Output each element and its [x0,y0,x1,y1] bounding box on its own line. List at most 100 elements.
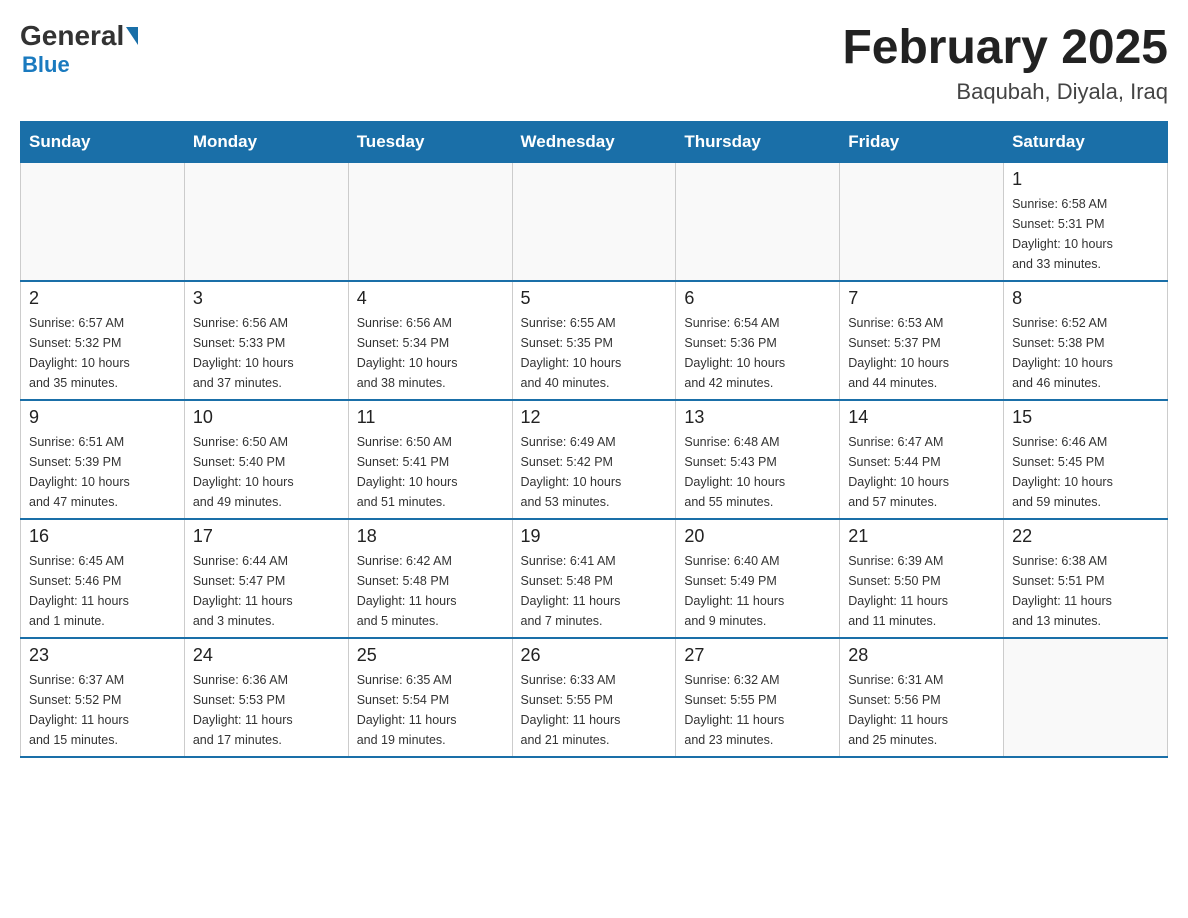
weekday-header-monday: Monday [184,122,348,163]
day-info: Sunrise: 6:35 AM Sunset: 5:54 PM Dayligh… [357,670,504,750]
calendar-cell [184,163,348,282]
weekday-header-thursday: Thursday [676,122,840,163]
day-info: Sunrise: 6:44 AM Sunset: 5:47 PM Dayligh… [193,551,340,631]
calendar-cell: 9Sunrise: 6:51 AM Sunset: 5:39 PM Daylig… [21,400,185,519]
calendar-week-row: 16Sunrise: 6:45 AM Sunset: 5:46 PM Dayli… [21,519,1168,638]
day-number: 7 [848,288,995,309]
day-number: 14 [848,407,995,428]
calendar-cell [512,163,676,282]
day-info: Sunrise: 6:52 AM Sunset: 5:38 PM Dayligh… [1012,313,1159,393]
calendar-cell: 19 Sunrise: 6:41 AM Sunset: 5:48 PM Dayli… [512,519,676,638]
day-number: 23 [29,645,176,666]
calendar-cell: 7 Sunrise: 6:53 AM Sunset: 5:37 PM Daylig… [840,281,1004,400]
calendar-cell: 28Sunrise: 6:31 AM Sunset: 5:56 PM Dayli… [840,638,1004,757]
day-number: 17 [193,526,340,547]
day-info: Sunrise: 6:47 AM Sunset: 5:44 PM Dayligh… [848,432,995,512]
day-number: 19 [521,526,668,547]
day-number: 4 [357,288,504,309]
day-info: Sunrise: 6:37 AM Sunset: 5:52 PM Dayligh… [29,670,176,750]
weekday-header-friday: Friday [840,122,1004,163]
logo-blue-text: Blue [22,52,70,78]
calendar-cell: 26 Sunrise: 6:33 AM Sunset: 5:55 PM Dayli… [512,638,676,757]
day-number: 24 [193,645,340,666]
calendar-week-row: 2Sunrise: 6:57 AM Sunset: 5:32 PM Daylig… [21,281,1168,400]
day-number: 15 [1012,407,1159,428]
day-number: 13 [684,407,831,428]
day-info: Sunrise: 6:55 AM Sunset: 5:35 PM Dayligh… [521,313,668,393]
day-info: Sunrise: 6:58 AM Sunset: 5:31 PM Dayligh… [1012,194,1159,274]
day-number: 21 [848,526,995,547]
day-info: Sunrise: 6:36 AM Sunset: 5:53 PM Dayligh… [193,670,340,750]
day-number: 26 [521,645,668,666]
day-info: Sunrise: 6:56 AM Sunset: 5:33 PM Dayligh… [193,313,340,393]
calendar-cell: 22Sunrise: 6:38 AM Sunset: 5:51 PM Dayli… [1004,519,1168,638]
weekday-header-sunday: Sunday [21,122,185,163]
calendar-week-row: 9Sunrise: 6:51 AM Sunset: 5:39 PM Daylig… [21,400,1168,519]
calendar-cell: 6 Sunrise: 6:54 AM Sunset: 5:36 PM Daylig… [676,281,840,400]
day-info: Sunrise: 6:49 AM Sunset: 5:42 PM Dayligh… [521,432,668,512]
day-info: Sunrise: 6:50 AM Sunset: 5:40 PM Dayligh… [193,432,340,512]
page-header: General Blue February 2025 Baqubah, Diya… [20,20,1168,105]
logo-general-text: General [20,20,124,52]
weekday-header-saturday: Saturday [1004,122,1168,163]
calendar-cell: 5 Sunrise: 6:55 AM Sunset: 5:35 PM Daylig… [512,281,676,400]
logo: General Blue [20,20,140,78]
day-info: Sunrise: 6:53 AM Sunset: 5:37 PM Dayligh… [848,313,995,393]
calendar-cell: 11 Sunrise: 6:50 AM Sunset: 5:41 PM Dayli… [348,400,512,519]
day-info: Sunrise: 6:56 AM Sunset: 5:34 PM Dayligh… [357,313,504,393]
calendar-cell: 2Sunrise: 6:57 AM Sunset: 5:32 PM Daylig… [21,281,185,400]
calendar-cell: 4 Sunrise: 6:56 AM Sunset: 5:34 PM Daylig… [348,281,512,400]
day-number: 11 [357,407,504,428]
day-info: Sunrise: 6:39 AM Sunset: 5:50 PM Dayligh… [848,551,995,631]
calendar-cell: 27 Sunrise: 6:32 AM Sunset: 5:55 PM Dayli… [676,638,840,757]
calendar-cell: 16Sunrise: 6:45 AM Sunset: 5:46 PM Dayli… [21,519,185,638]
day-info: Sunrise: 6:42 AM Sunset: 5:48 PM Dayligh… [357,551,504,631]
day-number: 3 [193,288,340,309]
calendar-header: SundayMondayTuesdayWednesdayThursdayFrid… [21,122,1168,163]
calendar-cell: 14 Sunrise: 6:47 AM Sunset: 5:44 PM Dayli… [840,400,1004,519]
day-info: Sunrise: 6:32 AM Sunset: 5:55 PM Dayligh… [684,670,831,750]
calendar-cell: 23 Sunrise: 6:37 AM Sunset: 5:52 PM Dayli… [21,638,185,757]
logo-arrow-icon [126,27,138,45]
calendar-cell: 20 Sunrise: 6:40 AM Sunset: 5:49 PM Dayli… [676,519,840,638]
calendar-cell: 24 Sunrise: 6:36 AM Sunset: 5:53 PM Dayli… [184,638,348,757]
day-number: 6 [684,288,831,309]
calendar-cell: 15 Sunrise: 6:46 AM Sunset: 5:45 PM Dayli… [1004,400,1168,519]
day-number: 8 [1012,288,1159,309]
location-title: Baqubah, Diyala, Iraq [842,79,1168,105]
calendar-cell: 21 Sunrise: 6:39 AM Sunset: 5:50 PM Dayli… [840,519,1004,638]
day-number: 2 [29,288,176,309]
day-number: 20 [684,526,831,547]
day-info: Sunrise: 6:33 AM Sunset: 5:55 PM Dayligh… [521,670,668,750]
day-info: Sunrise: 6:54 AM Sunset: 5:36 PM Dayligh… [684,313,831,393]
weekday-header-row: SundayMondayTuesdayWednesdayThursdayFrid… [21,122,1168,163]
day-info: Sunrise: 6:48 AM Sunset: 5:43 PM Dayligh… [684,432,831,512]
calendar-cell: 13 Sunrise: 6:48 AM Sunset: 5:43 PM Dayli… [676,400,840,519]
day-info: Sunrise: 6:41 AM Sunset: 5:48 PM Dayligh… [521,551,668,631]
day-number: 5 [521,288,668,309]
day-info: Sunrise: 6:31 AM Sunset: 5:56 PM Dayligh… [848,670,995,750]
calendar-cell: 8 Sunrise: 6:52 AM Sunset: 5:38 PM Daylig… [1004,281,1168,400]
weekday-header-tuesday: Tuesday [348,122,512,163]
weekday-header-wednesday: Wednesday [512,122,676,163]
calendar-cell [348,163,512,282]
day-number: 25 [357,645,504,666]
calendar-body: 1 Sunrise: 6:58 AM Sunset: 5:31 PM Daylig… [21,163,1168,758]
day-number: 1 [1012,169,1159,190]
day-number: 18 [357,526,504,547]
day-number: 10 [193,407,340,428]
calendar-cell: 3 Sunrise: 6:56 AM Sunset: 5:33 PM Daylig… [184,281,348,400]
day-info: Sunrise: 6:46 AM Sunset: 5:45 PM Dayligh… [1012,432,1159,512]
day-info: Sunrise: 6:38 AM Sunset: 5:51 PM Dayligh… [1012,551,1159,631]
calendar-table: SundayMondayTuesdayWednesdayThursdayFrid… [20,121,1168,758]
calendar-cell [1004,638,1168,757]
calendar-cell: 12Sunrise: 6:49 AM Sunset: 5:42 PM Dayli… [512,400,676,519]
day-info: Sunrise: 6:50 AM Sunset: 5:41 PM Dayligh… [357,432,504,512]
calendar-week-row: 1 Sunrise: 6:58 AM Sunset: 5:31 PM Daylig… [21,163,1168,282]
day-number: 27 [684,645,831,666]
calendar-cell [676,163,840,282]
calendar-week-row: 23 Sunrise: 6:37 AM Sunset: 5:52 PM Dayli… [21,638,1168,757]
month-title: February 2025 [842,20,1168,75]
title-area: February 2025 Baqubah, Diyala, Iraq [842,20,1168,105]
day-info: Sunrise: 6:40 AM Sunset: 5:49 PM Dayligh… [684,551,831,631]
